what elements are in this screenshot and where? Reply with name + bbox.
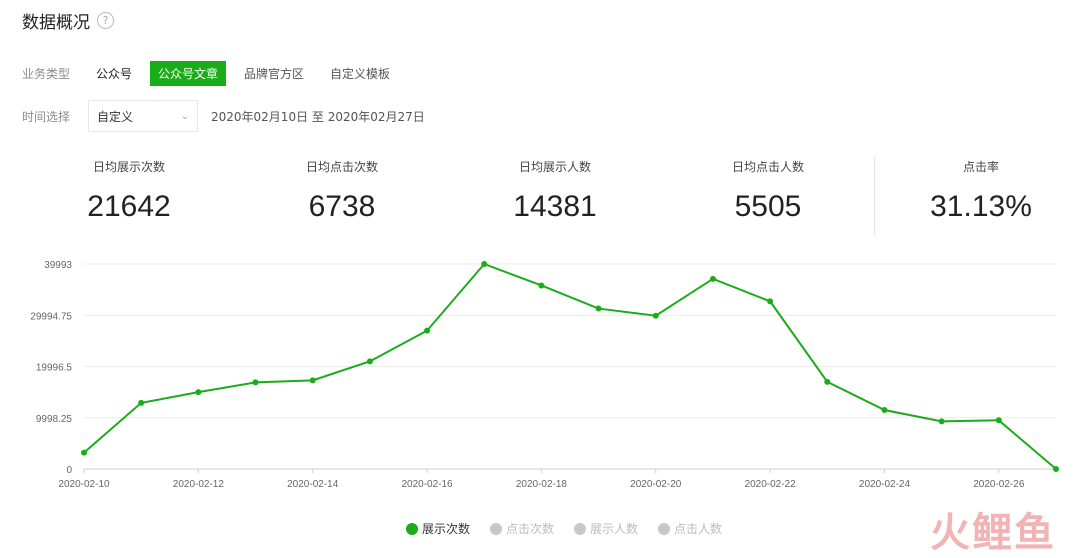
biz-option-custom-template[interactable]: 自定义模板 <box>322 61 398 86</box>
data-point <box>709 275 716 282</box>
data-point <box>138 399 145 406</box>
data-point <box>309 377 316 384</box>
data-point <box>366 358 373 365</box>
business-type-row: 业务类型 公众号 公众号文章 品牌官方区 自定义模板 <box>22 61 408 86</box>
legend-item-viewers[interactable]: 展示人数 <box>574 520 638 537</box>
stats-panel: 日均展示次数 21642 日均点击次数 6738 日均展示人数 14381 日均… <box>0 150 1080 240</box>
business-type-label: 业务类型 <box>22 67 71 81</box>
page-title: 数据概况 ? <box>22 8 114 33</box>
time-row: 时间选择 自定义 ⌄ 2020年02月10日 至 2020年02月27日 <box>22 100 425 132</box>
stat-value: 31.13% <box>930 190 1032 223</box>
x-tick-label: 2020-02-18 <box>516 479 568 490</box>
x-tick-label: 2020-02-20 <box>630 479 682 490</box>
y-tick-label: 0 <box>66 465 72 476</box>
y-tick-label: 9998.25 <box>36 414 73 425</box>
x-tick-label: 2020-02-12 <box>173 479 225 490</box>
data-point <box>652 312 659 319</box>
legend-label: 点击次数 <box>506 522 555 536</box>
stat-value: 14381 <box>513 190 597 223</box>
x-tick-label: 2020-02-22 <box>745 479 797 490</box>
biz-option-official-account[interactable]: 公众号 <box>88 61 140 86</box>
legend-dot-icon <box>658 522 671 535</box>
stats-divider <box>874 157 875 235</box>
data-point <box>881 407 888 414</box>
y-tick-label: 19996.5 <box>36 363 73 374</box>
data-point <box>938 418 945 425</box>
y-tick-label: 39993 <box>44 260 72 271</box>
data-point <box>195 389 202 396</box>
line-chart: 0 9998.25 19996.5 29994.75 39993 2020-02-10 20… <box>30 260 1059 490</box>
legend-label: 点击人数 <box>674 522 723 536</box>
legend-dot-icon <box>490 522 503 535</box>
legend-item-impressions[interactable]: 展示次数 <box>406 520 470 537</box>
time-label: 时间选择 <box>22 109 71 124</box>
data-point <box>595 305 602 312</box>
stat-viewers: 日均展示人数 14381 <box>455 150 655 224</box>
stat-label: 日均展示人数 <box>518 160 591 174</box>
data-point <box>1053 466 1059 472</box>
legend-dot-icon <box>574 522 587 535</box>
data-point <box>252 379 259 386</box>
legend-item-clickers[interactable]: 点击人数 <box>658 520 722 537</box>
stat-value: 6738 <box>308 190 376 223</box>
data-point <box>81 449 87 456</box>
legend-label: 展示人数 <box>590 522 639 536</box>
biz-option-brand-zone[interactable]: 品牌官方区 <box>236 61 312 86</box>
chart-legend: 展示次数 点击次数 展示人数 点击人数 <box>406 520 742 537</box>
stat-impressions: 日均展示次数 21642 <box>29 150 229 224</box>
time-select-value: 自定义 <box>97 109 134 124</box>
legend-dot-icon <box>406 522 418 535</box>
data-point <box>767 298 774 305</box>
stat-label: 点击率 <box>962 160 999 174</box>
help-icon[interactable]: ? <box>97 12 114 29</box>
time-select[interactable]: 自定义 ⌄ <box>88 100 198 132</box>
legend-item-clicks[interactable]: 点击次数 <box>490 520 554 537</box>
stat-label: 日均展示次数 <box>92 160 165 174</box>
stat-ctr: 点击率 31.13% <box>881 150 1080 224</box>
data-point <box>995 417 1002 424</box>
stat-value: 5505 <box>734 190 802 223</box>
legend-label: 展示次数 <box>422 522 471 536</box>
data-point <box>424 327 431 334</box>
stat-clickers: 日均点击人数 5505 <box>668 150 868 224</box>
x-tick-label: 2020-02-10 <box>58 479 110 490</box>
data-point <box>824 378 831 385</box>
biz-option-article[interactable]: 公众号文章 <box>150 61 227 86</box>
stat-label: 日均点击人数 <box>731 160 804 174</box>
watermark-logo: 火鲤鱼 <box>930 510 1056 556</box>
date-range-text: 2020年02月10日 至 2020年02月27日 <box>211 109 425 124</box>
x-tick-label: 2020-02-24 <box>859 479 911 490</box>
y-tick-label: 29994.75 <box>30 311 72 322</box>
x-tick-label: 2020-02-26 <box>973 479 1025 490</box>
page-title-text: 数据概况 <box>22 13 90 33</box>
data-point <box>538 282 545 289</box>
x-tick-label: 2020-02-14 <box>287 479 339 490</box>
stat-label: 日均点击次数 <box>305 160 378 174</box>
chevron-down-icon: ⌄ <box>180 110 189 122</box>
x-tick-label: 2020-02-16 <box>401 479 453 490</box>
stat-value: 21642 <box>87 190 171 223</box>
data-point <box>481 261 488 267</box>
stat-clicks: 日均点击次数 6738 <box>242 150 442 224</box>
